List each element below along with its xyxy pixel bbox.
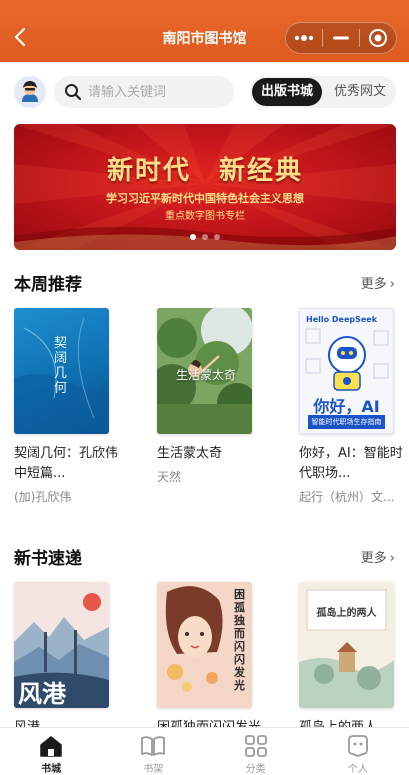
tab-label: 书架 xyxy=(143,764,164,775)
more-link-new[interactable]: 更多 › xyxy=(361,547,395,566)
book-cover: 孤岛上的两人 xyxy=(299,582,394,708)
chevron-right-icon: › xyxy=(389,277,395,292)
promo-banner[interactable]: 新时代 新经典 学习习近平新时代中国特色社会主义思想 重点数字图书专栏 xyxy=(14,124,396,250)
search-box[interactable] xyxy=(54,76,234,108)
book-card[interactable]: 生活蒙太奇 生活蒙太奇 天然 xyxy=(157,308,267,485)
cover-title: 孤岛上的两人 xyxy=(316,608,377,619)
title-bar: 南阳市图书馆 xyxy=(0,0,409,62)
book-title: 你好，AI：智能时代职场... xyxy=(299,446,403,481)
book-card[interactable]: 契阔几何 契阔几何：孔欣伟中短篇... (加)孔欣伟 xyxy=(14,308,124,505)
book-author: 天然 xyxy=(157,470,182,484)
tab-category[interactable]: 分类 xyxy=(205,728,307,775)
book-cover: 生活蒙太奇 xyxy=(157,308,252,434)
book-title: 契阔几何：孔欣伟中短篇... xyxy=(14,446,119,481)
pagination-dot[interactable] xyxy=(214,234,220,240)
more-link-weekly[interactable]: 更多 › xyxy=(361,273,395,292)
search-row: 出版书城 优秀网文 xyxy=(0,62,409,122)
user-avatar-icon[interactable] xyxy=(14,76,46,108)
section-title-weekly: 本周推荐 xyxy=(14,275,82,295)
pagination-dot[interactable] xyxy=(190,234,196,240)
tab-publisher-books[interactable]: 出版书城 xyxy=(252,78,322,106)
book-cover: Hello DeepSeek 你好，AI 智能时代职场生存指南 xyxy=(299,308,394,434)
banner-headline: 新时代 新经典 xyxy=(106,156,303,186)
cover-title: 契阔几何 xyxy=(54,336,68,396)
cover-title: 风港 xyxy=(18,679,66,708)
banner-subtitle: 学习习近平新时代中国特色社会主义思想 xyxy=(106,192,304,205)
book-title: 生活蒙太奇 xyxy=(157,446,223,461)
book-card[interactable]: 困孤独而闪闪发光 困孤独而闪闪发光 xyxy=(157,582,267,738)
category-grid-icon xyxy=(244,735,267,757)
more-button[interactable] xyxy=(286,23,322,53)
profile-icon xyxy=(347,735,368,757)
search-input[interactable] xyxy=(88,76,228,108)
pagination-dot[interactable] xyxy=(202,234,208,240)
cover-title: 你好，AI xyxy=(313,397,380,416)
more-label: 更多 xyxy=(360,277,387,292)
book-card[interactable]: 风港 风港 xyxy=(14,582,124,738)
cover-title: 生活蒙太奇 xyxy=(175,368,236,382)
more-label: 更多 xyxy=(360,551,387,566)
tab-label: 书城 xyxy=(41,764,62,775)
tab-label: 分类 xyxy=(245,764,266,775)
cover-title: 困孤独而闪闪发光 xyxy=(234,588,245,692)
book-author: 起行（杭州）文... xyxy=(299,490,395,504)
book-card[interactable]: Hello DeepSeek 你好，AI 智能时代职场生存指南 你好，AI：智能… xyxy=(299,308,409,505)
book-cover: 风港 xyxy=(14,582,109,708)
more-dots-icon xyxy=(294,35,314,41)
app-page: 南阳市图书馆 请输入关键词 出版书城 优秀网文 新时代 新经典 学习习近平新时代… xyxy=(0,0,409,775)
home-icon xyxy=(40,736,62,757)
banner-pagination xyxy=(14,234,396,240)
target-circle-icon xyxy=(369,29,387,47)
tab-bookshelf[interactable]: 书架 xyxy=(102,728,204,775)
book-card[interactable]: 孤岛上的两人 孤岛上的两人 xyxy=(299,582,409,738)
minus-icon xyxy=(333,36,349,40)
section-title-new: 新书速递 xyxy=(14,549,82,569)
chevron-right-icon: › xyxy=(389,551,395,566)
tab-profile[interactable]: 个人 xyxy=(307,728,409,775)
book-cover: 困孤独而闪闪发光 xyxy=(157,582,252,708)
banner-subtitle-secondary: 重点数字图书专栏 xyxy=(165,211,245,222)
cover-subtitle: 智能时代职场生存指南 xyxy=(308,415,385,429)
minimize-button[interactable] xyxy=(323,23,359,53)
tab-bookstore[interactable]: 书城 xyxy=(0,728,102,775)
banner-background-rays xyxy=(14,124,396,250)
cover-art xyxy=(299,582,394,708)
book-author: (加)孔欣伟 xyxy=(14,490,72,504)
search-icon xyxy=(65,84,82,101)
tab-label: 个人 xyxy=(347,764,368,775)
bottom-tab-bar: 书城 书架 分类 个人 xyxy=(0,727,409,775)
mini-program-capsule xyxy=(285,22,397,54)
book-cover: 契阔几何 xyxy=(14,308,109,434)
tab-web-novels[interactable]: 优秀网文 xyxy=(326,76,394,108)
close-button[interactable] xyxy=(360,23,396,53)
bookshelf-icon xyxy=(141,736,166,756)
catalog-switch: 出版书城 优秀网文 xyxy=(250,76,396,108)
